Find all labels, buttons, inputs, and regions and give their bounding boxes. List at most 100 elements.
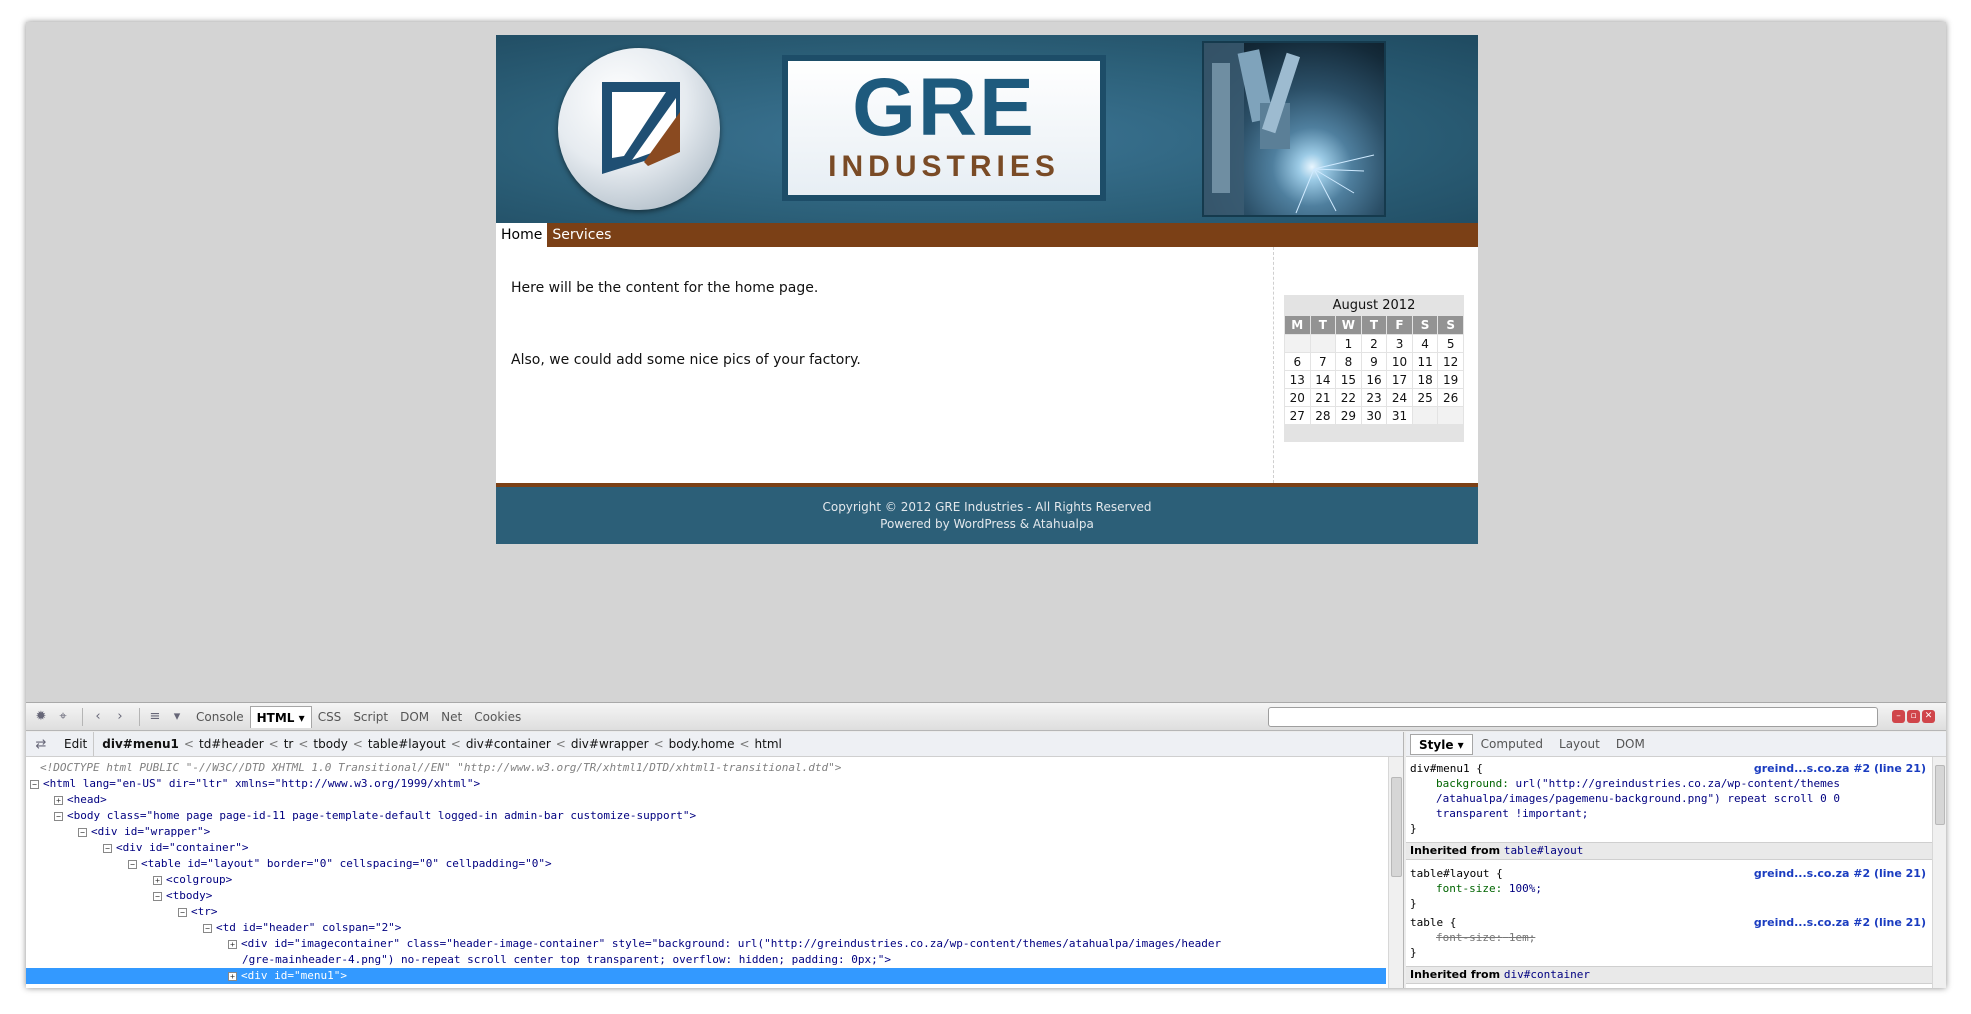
inspect-icon[interactable]: ⌖ <box>54 708 72 726</box>
breadcrumb-item[interactable]: body.home <box>667 732 737 756</box>
tab-cookies[interactable]: Cookies <box>468 706 527 728</box>
collapse-icon[interactable]: − <box>54 812 63 821</box>
tab-css[interactable]: CSS <box>312 706 348 728</box>
footer-powered-by[interactable]: Powered by WordPress & Atahualpa <box>496 516 1478 533</box>
calendar-empty-cell <box>1438 407 1463 424</box>
calendar-day: 29 <box>1336 407 1361 424</box>
breadcrumb-item[interactable]: table#layout <box>366 732 448 756</box>
calendar-day: 18 <box>1412 371 1438 388</box>
calendar-days: 1 2 3 4 5 6 7 8 9 10 11 12 13 14 15 16 17 18 19 20 21 22 23 24 2… <box>1285 335 1463 424</box>
calendar-day: 10 <box>1387 353 1412 370</box>
expand-icon[interactable]: + <box>228 940 237 949</box>
tab-html[interactable]: HTML ▾ <box>249 705 312 728</box>
tab-computed[interactable]: Computed <box>1473 734 1551 755</box>
calendar-day: 17 <box>1387 371 1412 388</box>
calendar-day: 2 <box>1361 335 1387 352</box>
calendar-day: 19 <box>1438 371 1463 388</box>
tree-node[interactable]: − <table id="layout" border="0" cellspaci… <box>26 856 1403 872</box>
calendar-empty-cell <box>1285 335 1310 352</box>
calendar-day: 28 <box>1310 407 1336 424</box>
close-icon[interactable]: ✕ <box>1922 710 1935 723</box>
tree-node-continued[interactable]: /gre-mainheader-4.png") no-repeat scroll… <box>26 952 1403 968</box>
tree-node[interactable]: − <body class="home page page-id-11 page-… <box>26 808 1403 824</box>
tree-node[interactable]: <!DOCTYPE html PUBLIC "-//W3C//DTD XHTML… <box>26 760 1403 776</box>
css-property[interactable]: font-size: 100%; <box>1410 881 1926 896</box>
search-input[interactable] <box>1268 707 1878 727</box>
calendar-day: 15 <box>1336 371 1361 388</box>
company-logo[interactable] <box>558 48 720 210</box>
chevron-down-icon[interactable]: ▾ <box>1458 738 1464 752</box>
rule-source-link[interactable]: greind...s.co.za #2 (line 21) <box>1754 761 1926 776</box>
footer-copyright: Copyright © 2012 GRE Industries - All Ri… <box>822 500 1152 514</box>
scrollbar[interactable] <box>1388 757 1403 988</box>
breadcrumb-item[interactable]: tbody <box>311 732 349 756</box>
back-icon[interactable]: ‹ <box>89 708 107 726</box>
calendar-day: 3 <box>1387 335 1412 352</box>
collapse-icon[interactable]: − <box>203 924 212 933</box>
collapse-icon[interactable]: − <box>30 780 39 789</box>
scrollbar[interactable] <box>1932 757 1946 988</box>
collapse-icon[interactable]: − <box>178 908 187 917</box>
site-footer: Copyright © 2012 GRE Industries - All Ri… <box>496 487 1478 544</box>
chevron-down-icon[interactable]: ▾ <box>168 708 186 726</box>
tab-dom[interactable]: DOM <box>394 706 435 728</box>
dom-tree: <!DOCTYPE html PUBLIC "-//W3C//DTD XHTML… <box>26 757 1403 988</box>
tree-node[interactable]: − <td id="header" colspan="2"> <box>26 920 1403 936</box>
breadcrumb-item[interactable]: div#wrapper <box>569 732 651 756</box>
page-viewport[interactable]: GRE INDUSTRIES Home Services Here will b… <box>26 22 1946 702</box>
tab-net[interactable]: Net <box>435 706 468 728</box>
rule-source-link[interactable]: greind...s.co.za #2 (line 21) <box>1754 866 1926 881</box>
tree-node-selected[interactable]: + <div id="menu1"> <box>26 968 1386 984</box>
minimize-icon[interactable]: – <box>1892 710 1905 723</box>
tree-node[interactable]: + <div id="imagecontainer" class="header-… <box>26 936 1403 952</box>
collapse-icon[interactable]: − <box>78 828 87 837</box>
forward-icon[interactable]: › <box>111 708 129 726</box>
tab-console[interactable]: Console <box>190 706 250 728</box>
collapse-icon[interactable]: − <box>103 844 112 853</box>
collapse-icon[interactable]: − <box>153 892 162 901</box>
expand-icon[interactable]: + <box>153 876 162 885</box>
tab-script[interactable]: Script <box>347 706 394 728</box>
tree-node[interactable]: + <colgroup> <box>26 872 1403 888</box>
breadcrumb-item[interactable]: div#menu1 <box>100 732 181 756</box>
weekday-header: S <box>1412 316 1438 334</box>
menu-list-icon[interactable]: ≡ <box>146 708 164 726</box>
breadcrumb-item[interactable]: html <box>753 732 784 756</box>
collapse-icon[interactable]: − <box>128 860 137 869</box>
tree-node[interactable]: − <div id="container"> <box>26 840 1403 856</box>
tree-node[interactable]: + <head> <box>26 792 1403 808</box>
calendar-week: 6 7 8 9 10 11 12 <box>1285 353 1463 370</box>
edit-button[interactable]: Edit <box>58 732 95 756</box>
page-content: Here will be the content for the home pa… <box>496 247 1478 483</box>
breadcrumb-item[interactable]: div#container <box>464 732 553 756</box>
menu-item-home[interactable]: Home <box>496 223 548 247</box>
breadcrumb-item[interactable]: td#header <box>197 732 266 756</box>
tree-node[interactable]: − <tr> <box>26 904 1403 920</box>
scrollbar-thumb[interactable] <box>1391 777 1402 877</box>
calendar-day: 14 <box>1310 371 1336 388</box>
detach-icon[interactable]: ▫ <box>1907 710 1920 723</box>
tab-style[interactable]: Style ▾ <box>1410 733 1473 755</box>
calendar-day: 30 <box>1361 407 1387 424</box>
tree-node[interactable]: − <div id="wrapper"> <box>26 824 1403 840</box>
firebug-icon[interactable]: ✹ <box>32 708 50 726</box>
rule-source-link[interactable]: greind...s.co.za #2 (line 21) <box>1754 915 1926 930</box>
breadcrumb-item[interactable]: tr <box>282 732 296 756</box>
chevron-down-icon[interactable]: ▾ <box>299 711 305 725</box>
expand-panel-icon[interactable]: ⇄ <box>32 735 50 753</box>
welding-photo <box>1202 41 1386 217</box>
tree-node[interactable]: − <tbody> <box>26 888 1403 904</box>
scrollbar-thumb[interactable] <box>1935 765 1945 825</box>
css-property[interactable]: background: url("http://greindustries.co… <box>1410 776 1926 791</box>
site-header: GRE INDUSTRIES <box>496 35 1478 223</box>
css-property-overridden[interactable]: font-size: 1em; <box>1410 930 1926 945</box>
firebug-panel: ✹ ⌖ ‹ › ≡ ▾ Console HTML ▾ CSS Script DO… <box>26 702 1946 988</box>
expand-icon[interactable]: + <box>228 972 237 981</box>
tab-side-dom[interactable]: DOM <box>1608 734 1653 755</box>
tree-node[interactable]: − <html lang="en-US" dir="ltr" xmlns="htt… <box>26 776 1403 792</box>
tab-layout[interactable]: Layout <box>1551 734 1608 755</box>
calendar-day: 22 <box>1336 389 1361 406</box>
menu-item-services[interactable]: Services <box>547 223 616 247</box>
calendar-day: 6 <box>1285 353 1310 370</box>
expand-icon[interactable]: + <box>54 796 63 805</box>
